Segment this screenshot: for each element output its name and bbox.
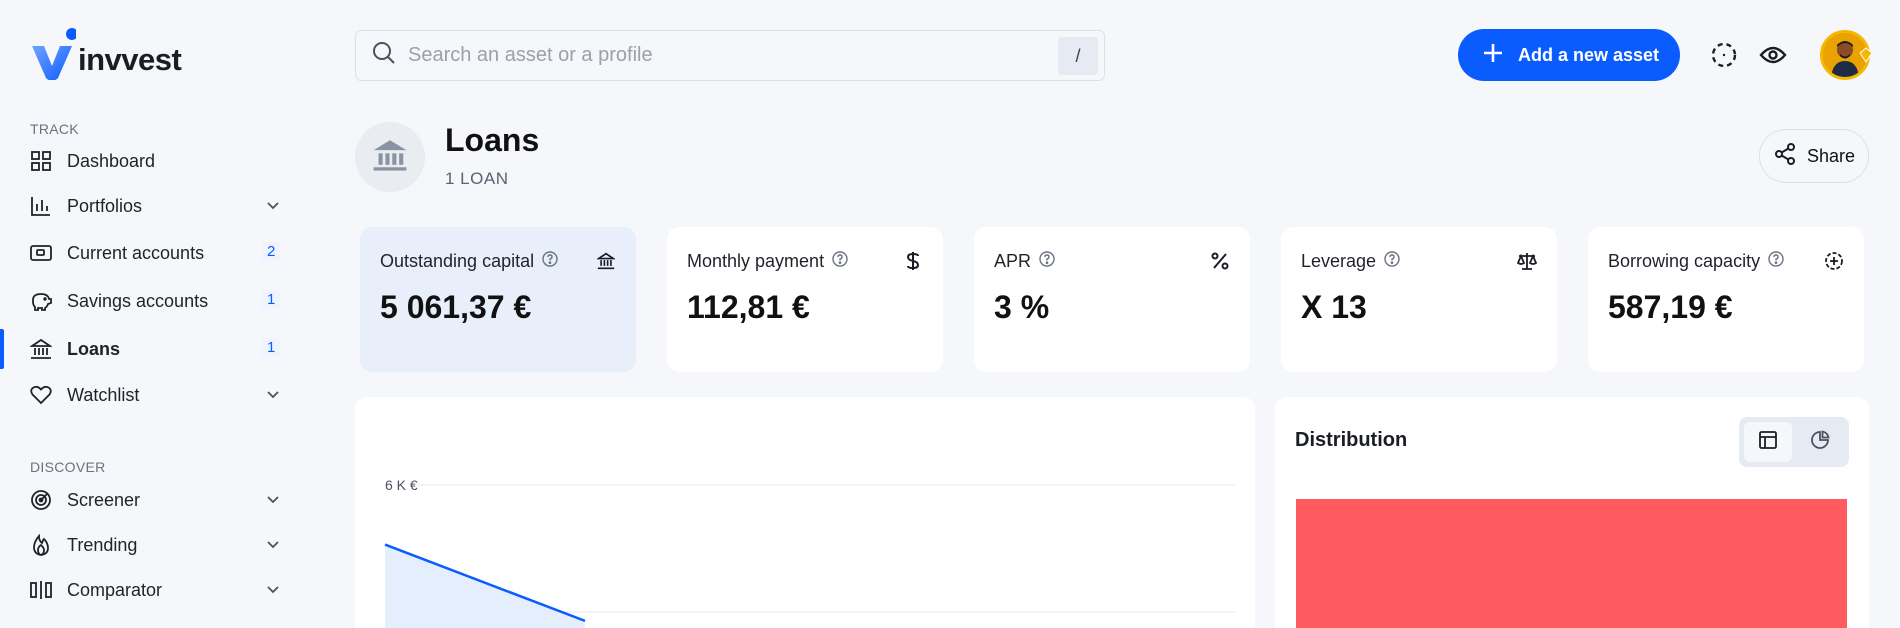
sidebar-item-label: Savings accounts xyxy=(67,290,209,311)
count-badge: 1 xyxy=(262,290,281,309)
kpi-value: 587,19 € xyxy=(1608,289,1733,325)
piggy-bank-icon xyxy=(30,290,52,312)
kpi-value: 112,81 € xyxy=(687,289,810,325)
sidebar-item-dashboard[interactable]: Dashboard xyxy=(0,141,290,181)
flame-icon xyxy=(30,534,52,556)
page-subtitle: 1 LOAN xyxy=(445,169,509,188)
section-label-discover: DISCOVER xyxy=(30,459,106,475)
keyboard-shortcut-hint: / xyxy=(1058,37,1098,75)
sidebar-item-label: Current accounts xyxy=(67,242,205,263)
chevron-down-icon[interactable] xyxy=(266,198,280,217)
plus-circle-icon xyxy=(1824,251,1844,271)
add-new-asset-button[interactable]: Add a new asset xyxy=(1458,29,1680,81)
sidebar-item-label: Trending xyxy=(67,534,138,555)
sidebar-item-watchlist[interactable]: Watchlist xyxy=(0,375,290,415)
search-icon xyxy=(372,41,396,70)
distribution-title: Distribution xyxy=(1295,429,1408,451)
heart-icon xyxy=(30,384,52,406)
kpi-value: 5 061,37 € xyxy=(380,289,532,325)
sidebar-item-savings-accounts[interactable]: Savings accounts 1 xyxy=(0,281,290,321)
share-label: Share xyxy=(1806,145,1856,166)
sidebar-item-portfolios[interactable]: Portfolios xyxy=(0,186,290,226)
kpi-label-text: Monthly payment xyxy=(687,251,825,271)
search-input[interactable] xyxy=(408,44,1028,67)
share-button[interactable]: Share xyxy=(1759,129,1869,183)
bar-chart-icon xyxy=(30,195,52,217)
sidebar-item-label: Loans xyxy=(67,338,121,359)
help-circle-icon[interactable] xyxy=(832,251,848,272)
help-circle-icon[interactable] xyxy=(542,251,558,272)
sidebar-item-current-accounts[interactable]: Current accounts 2 xyxy=(0,233,290,273)
kpi-label: Outstanding capital xyxy=(380,251,558,272)
kpi-card-outstanding-capital[interactable]: Outstanding capital 5 061,37 € xyxy=(360,227,636,372)
logo-mark-icon xyxy=(30,28,78,81)
loan-balance-chart-panel: 6 K €4 K € xyxy=(355,397,1255,628)
page-title: Loans xyxy=(445,122,540,158)
y-tick-label: 6 K € xyxy=(385,477,418,493)
kpi-label: Monthly payment xyxy=(687,251,848,272)
sidebar-item-loans[interactable]: Loans 1 xyxy=(0,329,290,369)
bank-icon xyxy=(596,251,616,271)
chevron-down-icon[interactable] xyxy=(266,582,280,601)
sidebar-item-comparator[interactable]: Comparator xyxy=(0,570,290,610)
loan-balance-chart: 6 K €4 K € xyxy=(384,477,1235,628)
sidebar-item-label: Watchlist xyxy=(67,384,140,405)
kpi-card-monthly-payment[interactable]: Monthly payment 112,81 € xyxy=(667,227,943,372)
table-view-toggle[interactable] xyxy=(1744,422,1792,462)
add-new-asset-label: Add a new asset xyxy=(1518,44,1660,65)
help-circle-icon[interactable] xyxy=(1384,251,1400,272)
help-circle-icon[interactable] xyxy=(1768,251,1784,272)
share-icon xyxy=(1773,142,1807,171)
grid-icon xyxy=(30,150,52,172)
kpi-label-text: Borrowing capacity xyxy=(1608,251,1761,271)
bank-icon xyxy=(372,137,408,178)
wallet-icon xyxy=(30,242,52,264)
kpi-card-apr[interactable]: APR 3 % xyxy=(974,227,1250,372)
page-icon-bank xyxy=(355,122,425,192)
dollar-icon xyxy=(903,251,923,271)
layout-table-icon xyxy=(1758,430,1778,455)
kpi-label-text: Outstanding capital xyxy=(380,251,535,271)
kpi-label-text: Leverage xyxy=(1301,251,1377,271)
compare-icon xyxy=(30,579,52,601)
plus-icon xyxy=(1482,42,1504,69)
search-bar[interactable]: / xyxy=(355,30,1105,81)
brand-logo[interactable]: invvest xyxy=(30,28,182,81)
kpi-label: Borrowing capacity xyxy=(1608,251,1784,272)
count-badge: 1 xyxy=(262,338,281,357)
percent-icon xyxy=(1210,251,1230,271)
chevron-down-icon[interactable] xyxy=(266,537,280,556)
kpi-value: 3 % xyxy=(994,289,1050,325)
sidebar: invvest TRACK Dashboard Portfolios Curre… xyxy=(0,0,300,628)
distribution-bar[interactable] xyxy=(1296,499,1847,628)
sidebar-item-label: Portfolios xyxy=(67,195,143,216)
kpi-card-borrowing-capacity[interactable]: Borrowing capacity 587,19 € xyxy=(1588,227,1864,372)
loading-dashed-circle-icon[interactable] xyxy=(1709,40,1739,70)
help-circle-icon[interactable] xyxy=(1039,251,1055,272)
bank-icon xyxy=(30,338,52,360)
kpi-label: Leverage xyxy=(1301,251,1400,272)
sidebar-item-label: Comparator xyxy=(67,579,163,600)
sidebar-item-screener[interactable]: Screener xyxy=(0,480,290,520)
count-badge: 2 xyxy=(262,242,281,261)
scale-icon xyxy=(1517,251,1537,271)
radar-icon xyxy=(30,489,52,511)
sidebar-item-trending[interactable]: Trending xyxy=(0,525,290,565)
kpi-label: APR xyxy=(994,251,1055,272)
eye-icon[interactable] xyxy=(1758,40,1788,70)
brand-name: invvest xyxy=(78,42,182,77)
chevron-down-icon[interactable] xyxy=(266,387,280,406)
pie-view-toggle[interactable] xyxy=(1796,422,1844,462)
kpi-label-text: APR xyxy=(994,251,1032,271)
distribution-panel: Distribution xyxy=(1275,397,1869,628)
pie-chart-icon xyxy=(1810,429,1830,455)
kpi-card-leverage[interactable]: Leverage X 13 xyxy=(1281,227,1557,372)
kpi-value: X 13 xyxy=(1301,289,1367,325)
section-label-track: TRACK xyxy=(30,121,79,137)
sidebar-item-label: Dashboard xyxy=(67,150,156,171)
premium-badge-icon xyxy=(1858,47,1874,63)
chevron-down-icon[interactable] xyxy=(266,492,280,511)
view-toggle-group xyxy=(1739,417,1849,467)
sidebar-item-label: Screener xyxy=(67,489,141,510)
